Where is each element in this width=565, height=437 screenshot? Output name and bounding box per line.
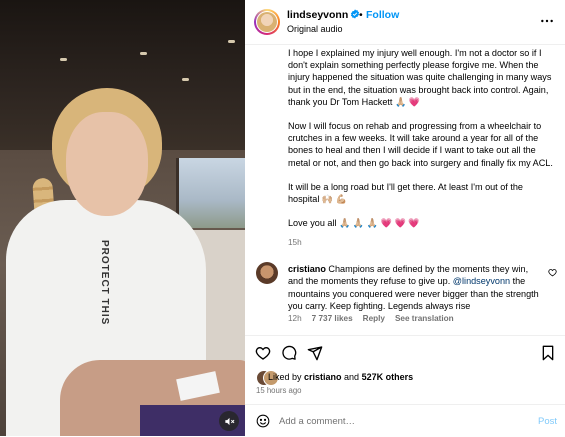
caption-paragraph: Love you all 🙏🏼 🙏🏼 🙏🏼 💗 💗 💗 (288, 218, 420, 229)
follow-button[interactable]: Follow (366, 9, 399, 21)
caption-paragraph: I hope I explained my injury well enough… (288, 48, 554, 107)
more-horizontal-icon[interactable] (539, 13, 555, 29)
liked-by-text: Liked by cristiano and 527K others (268, 372, 414, 382)
header-dot: • (359, 9, 363, 21)
ceiling-light (182, 78, 189, 81)
post-panel: lindseyvonn • Follow Original audio I ho… (245, 0, 565, 436)
post-header: lindseyvonn • Follow Original audio (245, 0, 565, 45)
share-paper-plane-icon[interactable] (307, 345, 323, 361)
emoji-icon[interactable] (256, 414, 270, 428)
hoodie-print: PROTECT THIS (99, 240, 110, 326)
mute-button[interactable] (219, 411, 239, 431)
add-comment-bar: Post (245, 404, 565, 437)
caption-time: 15h (288, 238, 302, 247)
comment-like-heart-icon[interactable] (548, 268, 557, 277)
audio-label[interactable]: Original audio (287, 24, 343, 34)
ceiling-light (60, 58, 67, 61)
caption-paragraph: Now I will focus on rehab and progressin… (288, 121, 553, 168)
caption-paragraph: It will be a long road but I'll get ther… (288, 181, 526, 205)
heart-icon[interactable] (255, 345, 271, 361)
comment-likes[interactable]: 7 737 likes (312, 314, 353, 323)
comment-meta: 12h 7 737 likes Reply See translation (288, 314, 464, 323)
comment-reply-button[interactable]: Reply (363, 314, 385, 323)
ceiling-light (228, 40, 235, 43)
comment-time: 12h (288, 314, 302, 323)
comment-text: cristiano Champions are defined by the m… (288, 263, 540, 313)
commenter-avatar[interactable] (256, 262, 278, 284)
person-face (66, 112, 148, 216)
caption-spacer (288, 108, 556, 120)
post-caption: I hope I explained my injury well enough… (288, 47, 556, 229)
author-avatar[interactable] (254, 9, 280, 35)
ceiling-light (140, 52, 147, 55)
caption-spacer (288, 205, 556, 217)
video-window (176, 158, 245, 228)
post-comment-button[interactable]: Post (538, 416, 557, 427)
post-time-ago[interactable]: 15 hours ago (256, 386, 302, 395)
liked-by-user[interactable]: cristiano (304, 372, 342, 382)
bookmark-icon[interactable] (541, 345, 555, 361)
liked-by-others[interactable]: 527K others (362, 372, 414, 382)
author-username[interactable]: lindseyvonn (287, 9, 360, 21)
speaker-muted-icon (224, 417, 234, 425)
comment-mention[interactable]: @lindseyvonn (453, 276, 510, 286)
comment-bubble-icon[interactable] (281, 345, 297, 361)
add-comment-input[interactable] (279, 413, 519, 429)
commenter-username[interactable]: cristiano (288, 264, 326, 274)
reel-video[interactable]: PROTECT THIS (0, 0, 245, 436)
see-translation-button[interactable]: See translation (395, 314, 454, 323)
caption-spacer (288, 169, 556, 181)
actions-divider (245, 335, 565, 337)
